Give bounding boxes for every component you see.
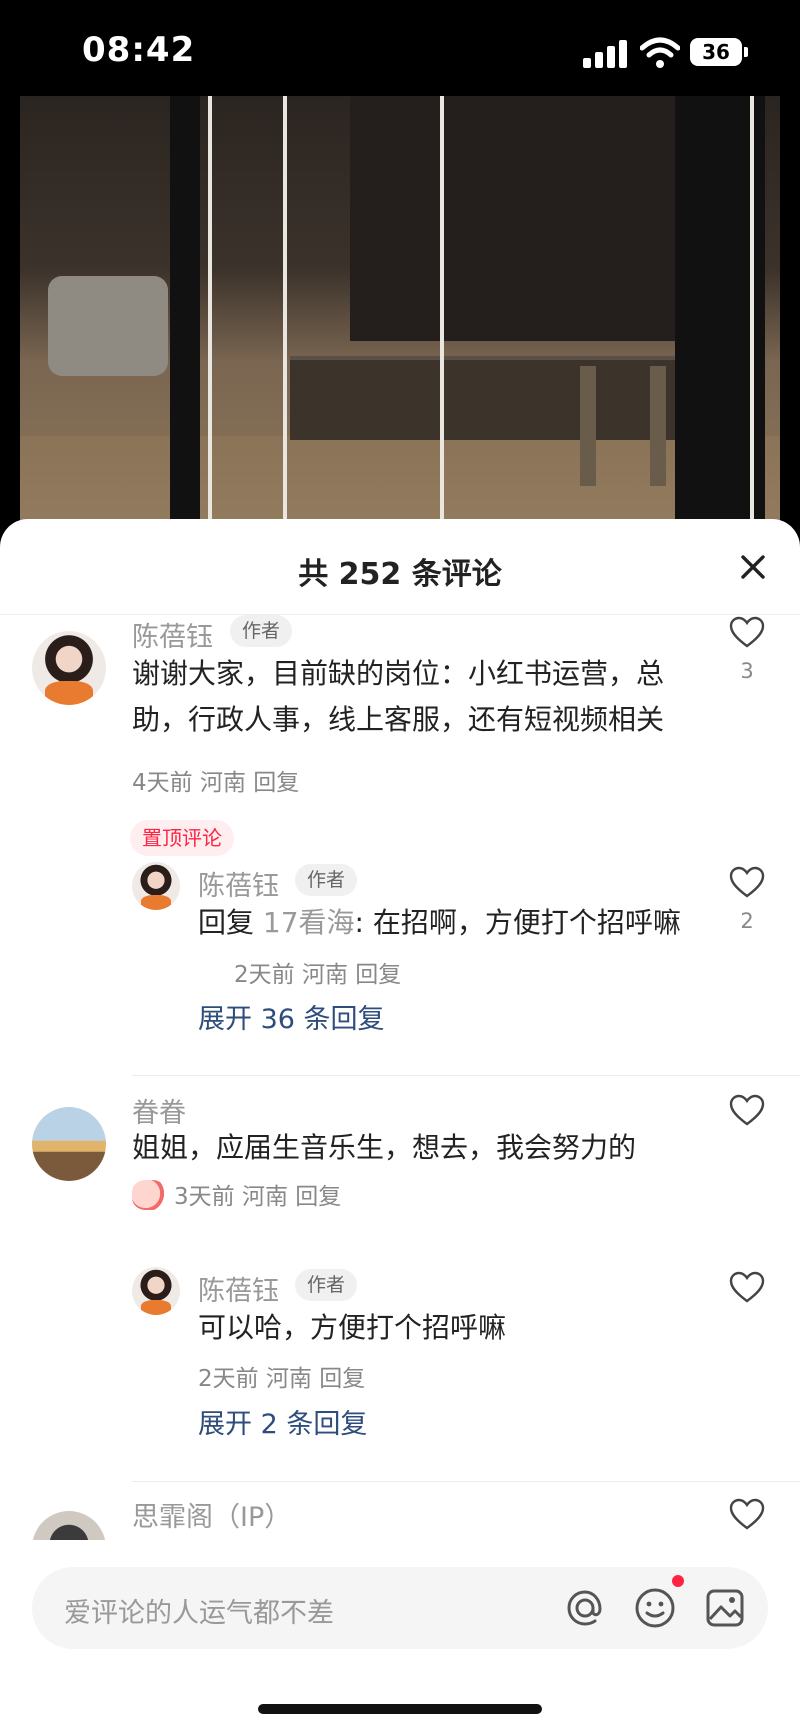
input-placeholder: 爱评论的人运气都不差 — [64, 1598, 334, 1629]
author-badge: 作者 — [295, 1269, 358, 1301]
close-icon[interactable] — [735, 549, 771, 585]
like-heart-icon[interactable] — [728, 1497, 766, 1531]
comment-input[interactable]: 爱评论的人运气都不差 — [32, 1567, 768, 1649]
mention-at-icon[interactable] — [562, 1585, 608, 1631]
comment-author[interactable]: 思霏阁（IP） — [132, 1495, 291, 1534]
comment-author[interactable]: 陈蓓钰 — [132, 615, 213, 654]
reply-author[interactable]: 陈蓓钰 — [198, 1269, 279, 1308]
reply-text[interactable]: 回复 17看海: 在招啊，方便打个招呼嘛 — [198, 900, 698, 946]
wifi-icon — [640, 37, 680, 68]
comment-meta[interactable]: 3天前 河南 回复 — [132, 1177, 341, 1211]
author-badge: 作者 — [230, 615, 293, 647]
expand-replies-button[interactable]: 展开 36 条回复 — [198, 997, 385, 1036]
status-bar: 08:42 36 — [0, 0, 800, 96]
like-heart-icon[interactable] — [728, 615, 766, 649]
notification-dot — [672, 1575, 684, 1587]
reply-author[interactable]: 陈蓓钰 — [198, 864, 279, 903]
avatar[interactable] — [132, 862, 180, 910]
reply-meta[interactable]: 2天前 河南 回复 — [234, 955, 401, 989]
reply-meta[interactable]: 2天前 河南 回复 — [198, 1359, 365, 1393]
like-heart-icon[interactable] — [728, 1270, 766, 1304]
home-indicator — [258, 1704, 542, 1714]
comment-count-title: 共 252 条评论 — [298, 557, 502, 592]
comment-text[interactable]: 谢谢大家，目前缺的岗位：小红书运营，总助，行政人事，线上客服，还有短视频相关 — [132, 651, 712, 743]
emoji-icon[interactable] — [632, 1585, 678, 1631]
like-heart-icon[interactable] — [728, 865, 766, 899]
avatar[interactable] — [32, 1511, 106, 1540]
avatar[interactable] — [132, 1267, 180, 1315]
sheet-header: 共 252 条评论 — [0, 519, 800, 615]
comment-meta[interactable]: 4天前 河南 回复 — [132, 763, 299, 797]
comment-text[interactable]: 姐姐，应届生音乐生，想去，我会努力的 — [132, 1125, 712, 1171]
battery-icon: 36 — [690, 38, 748, 66]
expand-replies-button[interactable]: 展开 2 条回复 — [198, 1402, 367, 1441]
divider — [132, 1481, 800, 1482]
pinned-comment-tag: 置顶评论 — [130, 820, 234, 856]
comment-list[interactable]: 陈蓓钰 作者 谢谢大家，目前缺的岗位：小红书运营，总助，行政人事，线上客服，还有… — [0, 615, 800, 1540]
cellular-signal-icon — [583, 40, 627, 68]
like-heart-icon[interactable] — [728, 1093, 766, 1127]
mention-link[interactable]: 17看海 — [263, 906, 355, 939]
divider — [132, 1075, 800, 1076]
sticker-icon — [132, 1180, 166, 1210]
like-count: 3 — [740, 659, 754, 683]
avatar[interactable] — [32, 631, 106, 705]
comment-input-bar: 爱评论的人运气都不差 — [0, 1541, 800, 1731]
background-photo — [20, 96, 780, 526]
avatar[interactable] — [32, 1107, 106, 1181]
reply-text[interactable]: 可以哈，方便打个招呼嘛 — [198, 1305, 698, 1351]
status-time: 08:42 — [82, 30, 196, 70]
image-icon[interactable] — [702, 1585, 748, 1631]
comments-sheet: 共 252 条评论 陈蓓钰 作者 谢谢大家，目前缺的岗位：小红书运营，总助，行政… — [0, 519, 800, 1731]
author-badge: 作者 — [295, 864, 358, 896]
like-count: 2 — [740, 909, 754, 933]
